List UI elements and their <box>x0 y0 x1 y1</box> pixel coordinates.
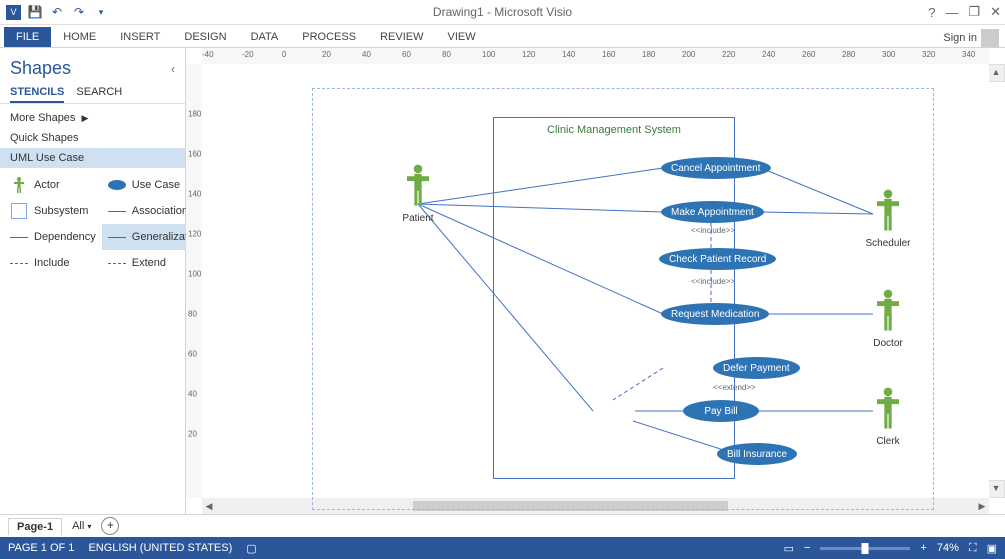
visio-icon: V <box>6 5 21 20</box>
page-tab-all[interactable]: All ▾ <box>72 520 91 532</box>
ruler-horizontal: -40 -20 0 20 40 60 80 100 120 140 160 18… <box>202 48 989 65</box>
subsystem-title: Clinic Management System <box>494 118 734 142</box>
tab-process[interactable]: PROCESS <box>290 27 368 47</box>
status-page: PAGE 1 OF 1 <box>8 542 74 554</box>
usecase-request[interactable]: Request Medication <box>661 303 769 325</box>
chevron-right-icon: ▶ <box>81 113 88 124</box>
sign-in[interactable]: Sign in <box>943 29 1005 47</box>
status-bar: PAGE 1 OF 1 ENGLISH (UNITED STATES) ▢ ▭ … <box>0 537 1005 559</box>
stencil-uml-use-case[interactable]: UML Use Case <box>0 148 185 168</box>
workspace: Shapes ‹ STENCILS SEARCH More Shapes ▶ Q… <box>0 48 1005 514</box>
macro-record-icon[interactable]: ▢ <box>246 542 256 555</box>
shapes-pane-tabs: STENCILS SEARCH <box>0 83 185 104</box>
dash-line-icon <box>108 256 126 270</box>
actor-patient[interactable]: Patient <box>388 164 448 224</box>
dash-line-icon <box>10 256 28 270</box>
shape-include[interactable]: Include <box>4 250 102 276</box>
chevron-down-icon: ▾ <box>87 522 91 531</box>
redo-icon[interactable]: ↷ <box>71 4 87 20</box>
sign-in-label: Sign in <box>943 32 977 44</box>
window-title: Drawing1 - Microsoft Visio <box>433 5 572 19</box>
minimize-icon[interactable]: — <box>945 5 958 20</box>
collapse-icon[interactable]: ‹ <box>171 62 175 76</box>
canvas-area: -40 -20 0 20 40 60 80 100 120 140 160 18… <box>186 48 1005 514</box>
actor-doctor[interactable]: Doctor <box>858 289 918 349</box>
line-icon <box>108 204 126 218</box>
close-icon[interactable]: ✕ <box>990 4 1001 20</box>
shape-actor[interactable]: Actor <box>4 172 102 198</box>
usecase-pay[interactable]: Pay Bill <box>683 400 759 422</box>
usecase-cancel[interactable]: Cancel Appointment <box>661 157 771 179</box>
ribbon-tabs: FILE HOME INSERT DESIGN DATA PROCESS REV… <box>0 25 1005 48</box>
tab-home[interactable]: HOME <box>51 27 108 47</box>
shapes-pane: Shapes ‹ STENCILS SEARCH More Shapes ▶ Q… <box>0 48 186 514</box>
usecase-defer[interactable]: Defer Payment <box>713 357 800 379</box>
actor-scheduler[interactable]: Scheduler <box>858 189 918 249</box>
usecase-check[interactable]: Check Patient Record <box>659 248 776 270</box>
line-icon <box>10 230 28 244</box>
undo-icon[interactable]: ↶ <box>49 4 65 20</box>
usecase-insure[interactable]: Bill Insurance <box>717 443 797 465</box>
qat-more-icon[interactable]: ▾ <box>93 4 109 20</box>
shape-dependency[interactable]: Dependency <box>4 224 102 250</box>
fit-page-icon[interactable]: ⛶ <box>969 542 977 555</box>
tab-stencils[interactable]: STENCILS <box>10 83 64 103</box>
zoom-slider[interactable] <box>820 547 910 550</box>
title-bar: V 💾 ↶ ↷ ▾ Drawing1 - Microsoft Visio ? —… <box>0 0 1005 25</box>
avatar-icon <box>981 29 999 47</box>
tab-design[interactable]: DESIGN <box>172 27 238 47</box>
zoom-in-button[interactable]: + <box>920 542 926 554</box>
ellipse-icon <box>108 178 126 192</box>
stencil-list: More Shapes ▶ Quick Shapes UML Use Case <box>0 104 185 168</box>
save-icon[interactable]: 💾 <box>27 4 43 20</box>
rect-icon <box>10 204 28 218</box>
page-tabs: Page-1 All ▾ + <box>0 514 1005 537</box>
usecase-make[interactable]: Make Appointment <box>661 201 764 223</box>
zoom-out-button[interactable]: − <box>804 542 810 554</box>
shape-gallery: Actor Use Case Subsystem Association Dep… <box>0 168 185 280</box>
drawing-page[interactable]: Clinic Management System Patient Schedul… <box>202 64 989 498</box>
line-icon <box>108 230 126 244</box>
new-page-button[interactable]: + <box>101 517 119 535</box>
tab-search[interactable]: SEARCH <box>76 83 122 103</box>
scroll-down-button[interactable]: ▼ <box>987 480 1005 498</box>
actor-icon <box>10 178 28 192</box>
window-controls: ? — ❐ ✕ <box>928 4 1001 20</box>
restore-icon[interactable]: ❐ <box>968 4 980 20</box>
full-screen-icon[interactable]: ▣ <box>987 542 997 555</box>
stencil-more-shapes[interactable]: More Shapes ▶ <box>0 108 185 128</box>
tab-data[interactable]: DATA <box>239 27 291 47</box>
help-icon[interactable]: ? <box>928 5 935 20</box>
page-tab-1[interactable]: Page-1 <box>8 518 62 535</box>
actor-clerk[interactable]: Clerk <box>858 387 918 447</box>
zoom-level[interactable]: 74% <box>937 542 959 554</box>
stereotype-include-1: <<include>> <box>691 226 735 235</box>
tab-insert[interactable]: INSERT <box>108 27 172 47</box>
presentation-mode-icon[interactable]: ▭ <box>784 542 794 555</box>
ruler-vertical: 180 160 140 120 100 80 60 40 20 <box>186 64 203 498</box>
shape-subsystem[interactable]: Subsystem <box>4 198 102 224</box>
page-sheet: Clinic Management System Patient Schedul… <box>312 88 934 510</box>
tab-review[interactable]: REVIEW <box>368 27 435 47</box>
stencil-quick-shapes[interactable]: Quick Shapes <box>0 128 185 148</box>
shapes-pane-title: Shapes <box>10 58 71 79</box>
stereotype-include-2: <<include>> <box>691 277 735 286</box>
tab-file[interactable]: FILE <box>4 27 51 47</box>
stereotype-extend: <<extend>> <box>713 383 756 392</box>
quick-access-toolbar: V 💾 ↶ ↷ ▾ <box>0 4 109 20</box>
scroll-up-button[interactable]: ▲ <box>987 64 1005 82</box>
status-language[interactable]: ENGLISH (UNITED STATES) <box>88 542 232 554</box>
scroll-right-icon[interactable]: ▶ <box>975 501 989 512</box>
scroll-left-icon[interactable]: ◀ <box>202 501 216 512</box>
tab-view[interactable]: VIEW <box>435 27 487 47</box>
